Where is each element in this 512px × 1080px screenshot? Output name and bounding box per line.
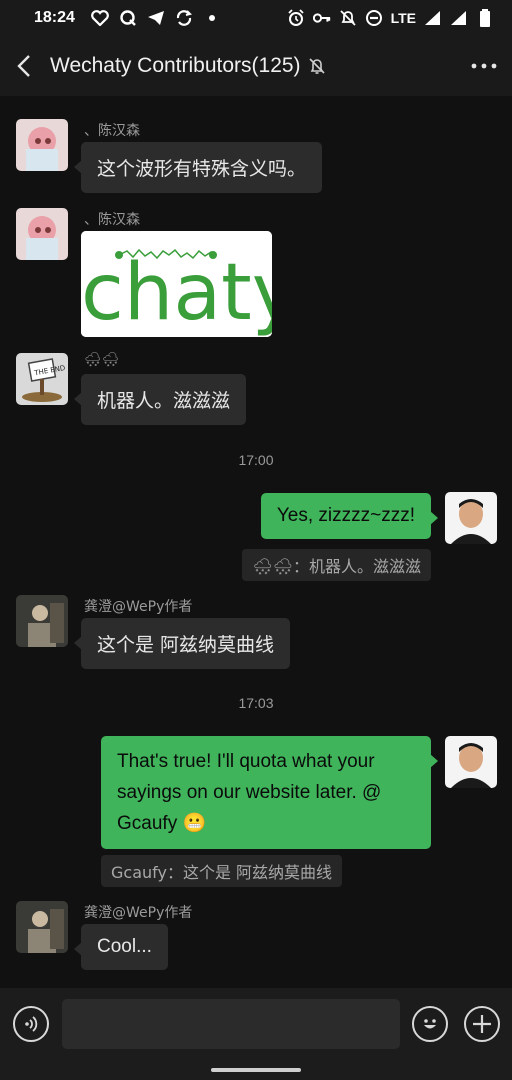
avatar-self[interactable] [445,492,497,544]
plus-icon [473,1015,491,1033]
sender-name: 龚澄@WePy作者 [84,599,193,615]
home-indicator[interactable] [211,1068,301,1072]
message-list[interactable]: 、陈汉森 这个波形有特殊含义吗。 、陈汉森 chaty THE END 🌨🌨 机… [0,96,512,988]
back-button[interactable] [0,36,48,96]
message-bubble[interactable]: 这个是 阿兹纳莫曲线 [73,618,291,669]
avatar[interactable] [16,119,68,171]
avatar[interactable]: THE END [16,353,68,405]
more-options-button[interactable] [456,36,512,96]
avatar[interactable] [16,901,68,953]
more-dots-icon [471,63,497,69]
sync-icon [175,9,193,27]
heart-icon [91,9,109,27]
chat-title[interactable]: Wechaty Contributors(125) [50,54,301,78]
status-bar: 18:24 LTE [0,0,512,36]
input-bar [0,988,512,1080]
chaty-image-text: chaty [81,248,272,337]
quoted-message[interactable]: Gcaufy：这个是 阿兹纳莫曲线 [101,855,343,887]
status-time: 18:24 [34,9,75,26]
more-actions-button[interactable] [464,1006,500,1042]
alarm-icon [287,9,305,27]
dnd-icon [365,9,383,27]
telegram-icon [147,9,165,27]
message-line: Gcaufy 😬 [117,813,207,834]
key-icon [312,9,331,27]
signal-icon [424,9,442,27]
sender-name: 、陈汉森 [84,123,140,139]
message-line: sayings on our website later. @ [117,782,382,803]
back-arrow-icon [17,55,30,77]
avatar-self[interactable] [445,736,497,788]
muted-bell-icon [307,56,327,76]
emoji-button[interactable] [412,1006,448,1042]
sender-name: 龚澄@WePy作者 [84,905,193,921]
voice-input-button[interactable] [13,1006,49,1042]
dot-icon [203,9,221,27]
voice-icon [25,1016,38,1032]
avatar[interactable] [16,595,68,647]
chaty-logo-image[interactable]: chaty [81,231,272,337]
signal-icon [450,9,468,27]
q-icon [119,9,137,27]
message-bubble[interactable]: 机器人。滋滋滋 [73,374,247,425]
message-input[interactable] [62,999,400,1049]
quoted-message[interactable]: 🌨🌨：机器人。滋滋滋 [242,549,431,581]
avatar[interactable] [16,208,68,260]
sender-name: 🌨🌨 [84,352,120,368]
network-type: LTE [390,10,416,26]
timestamp: 17:03 [238,695,274,711]
message-bubble-outgoing[interactable]: That's true! I'll quota what your saying… [101,736,438,849]
message-bubble[interactable]: Cool... [74,924,168,970]
chat-header: Wechaty Contributors(125) [0,36,512,96]
battery-icon [476,9,494,27]
sender-name: 、陈汉森 [84,212,140,228]
message-bubble-outgoing[interactable]: Yes, zizzzz~zzz! [260,493,439,539]
message-bubble[interactable]: 这个波形有特殊含义吗。 [73,142,323,193]
timestamp: 17:00 [238,452,274,468]
smiley-icon [424,1019,436,1029]
bell-off-icon [339,9,357,27]
message-line: That's true! I'll quota what your [117,751,375,772]
